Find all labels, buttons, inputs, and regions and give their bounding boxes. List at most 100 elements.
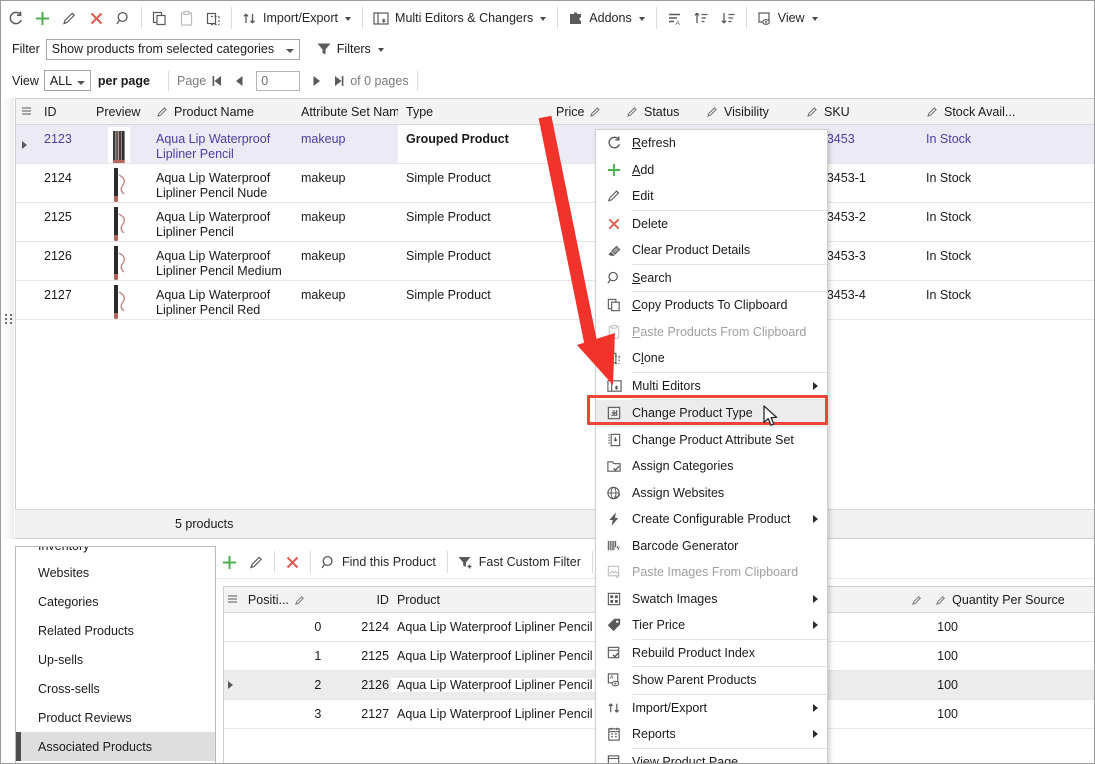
menu-item-import-export[interactable]: Import/Export	[596, 695, 827, 722]
sidebar-item-label: Associated Products	[38, 739, 152, 754]
find-this-product-button[interactable]: Find this Product	[315, 549, 443, 575]
menu-item-reports[interactable]: Reports	[596, 721, 827, 748]
sidebar-item-related-products[interactable]: Related Products	[16, 616, 215, 645]
row-expander[interactable]	[16, 203, 36, 241]
puzzle-icon	[567, 10, 584, 27]
row-expander[interactable]	[16, 281, 36, 319]
chevron-right-icon	[813, 703, 818, 712]
filters-button[interactable]: Filters	[312, 39, 388, 59]
change-attrset-icon	[596, 432, 632, 448]
associated-edit-button[interactable]	[243, 549, 270, 575]
menu-item-change-product-attribute-set[interactable]: Change Product Attribute Set	[596, 427, 827, 454]
globe-check-icon	[596, 485, 632, 501]
column-label: Stock Avail...	[944, 104, 1016, 119]
reports-icon	[596, 726, 632, 742]
folder-check-icon	[596, 458, 632, 474]
menu-item-view-product-page[interactable]: View Product Page	[596, 749, 827, 763]
chevron-down-icon	[811, 17, 818, 21]
cell-preview	[88, 125, 148, 163]
menu-item-edit[interactable]: Edit	[596, 183, 827, 210]
sort-ascending-button[interactable]	[688, 5, 715, 31]
menu-item-multi-editors[interactable]: Multi Editors	[596, 373, 827, 400]
copy-button[interactable]	[146, 5, 173, 31]
clone-button[interactable]	[200, 5, 227, 31]
last-page-button[interactable]	[328, 71, 350, 91]
menu-item-barcode-generator[interactable]: Barcode Generator	[596, 533, 827, 560]
funnel-plus-icon	[457, 554, 474, 571]
context-menu[interactable]: Refresh Add Edit Delete Clear Product Detail…	[595, 129, 828, 763]
grid-menu-icon[interactable]	[224, 595, 240, 604]
filter-select[interactable]: Show products from selected categories	[45, 38, 300, 60]
associated-add-button[interactable]	[216, 549, 243, 575]
row-expander[interactable]	[16, 242, 36, 280]
product-sections-list[interactable]: Inventory Websites Categories Related Prod…	[15, 546, 216, 763]
pencil-icon	[926, 105, 939, 118]
table-row[interactable]: 2123 Aqua Lip Waterproof Lipliner Pencil m…	[16, 125, 1094, 164]
menu-item-label: Create Configurable Product	[632, 512, 791, 527]
delete-button[interactable]	[83, 5, 110, 31]
sidebar-item-websites[interactable]: Websites	[16, 558, 215, 587]
menu-item-create-configurable-product[interactable]: Create Configurable Product	[596, 506, 827, 533]
menu-item-swatch-images[interactable]: Swatch Images	[596, 586, 827, 613]
table-row[interactable]: 2125 Aqua Lip Waterproof Lipliner Pencil …	[16, 203, 1094, 242]
table-row[interactable]: 2124 Aqua Lip Waterproof Lipliner Pencil …	[16, 164, 1094, 203]
chevron-right-icon	[813, 515, 818, 524]
view-button[interactable]: View	[751, 5, 825, 31]
sidebar-item-up-sells[interactable]: Up-sells	[16, 645, 215, 674]
chevron-down-icon	[638, 17, 645, 21]
per-page-select[interactable]: ALL	[43, 70, 91, 91]
sidebar-item-categories[interactable]: Categories	[16, 587, 215, 616]
menu-item-clear-product-details[interactable]: Clear Product Details	[596, 237, 827, 264]
column-label: SKU	[824, 104, 850, 119]
paste-button[interactable]	[173, 5, 200, 31]
menu-item-tier-price[interactable]: Tier Price	[596, 612, 827, 639]
column-label: Attribute Set Name	[301, 104, 398, 119]
first-page-button[interactable]	[206, 71, 228, 91]
grid-menu-icon[interactable]	[16, 99, 36, 124]
menu-item-change-product-type[interactable]: Change Product Type	[596, 400, 827, 427]
menu-item-copy-products-to-clipboard[interactable]: Copy Products To Clipboard	[596, 292, 827, 319]
menu-item-refresh[interactable]: Refresh	[596, 130, 827, 157]
addons-button[interactable]: Addons	[562, 5, 651, 31]
menu-item-add[interactable]: Add	[596, 157, 827, 184]
menu-item-assign-websites[interactable]: Assign Websites	[596, 480, 827, 507]
add-button[interactable]	[29, 5, 56, 31]
group-rows-button[interactable]: A	[661, 5, 688, 31]
filter-label: Filter	[12, 42, 40, 56]
multi-editors-button[interactable]: Multi Editors & Changers	[367, 5, 553, 31]
column-label: Quantity Per Source	[952, 592, 1065, 607]
import-export-button[interactable]: Import/Export	[236, 5, 358, 31]
grid-header: ID Preview Product Name Attribute Set Na…	[16, 99, 1094, 125]
vertical-splitter[interactable]	[2, 98, 14, 539]
fast-custom-filter-button[interactable]: Fast Custom Filter	[452, 549, 588, 575]
sort-ascending-icon	[693, 10, 710, 27]
refresh-button[interactable]	[2, 5, 29, 31]
table-row[interactable]: 2127 Aqua Lip Waterproof Lipliner Pencil …	[16, 281, 1094, 320]
products-grid[interactable]: ID Preview Product Name Attribute Set Na…	[15, 98, 1094, 539]
magnifier-icon	[320, 554, 337, 571]
page-number-input[interactable]: 0	[256, 70, 301, 91]
menu-item-clone[interactable]: Clone	[596, 345, 827, 372]
menu-item-show-parent-products[interactable]: A Show Parent Products	[596, 667, 827, 694]
row-expander[interactable]	[16, 125, 36, 163]
table-row[interactable]: 2126 Aqua Lip Waterproof Lipliner Pencil …	[16, 242, 1094, 281]
sidebar-item-product-reviews[interactable]: Product Reviews	[16, 703, 215, 732]
menu-item-label: Clone	[632, 351, 665, 366]
menu-item-delete[interactable]: Delete	[596, 211, 827, 238]
next-page-button[interactable]	[306, 71, 328, 91]
row-expander[interactable]	[224, 678, 240, 692]
menu-item-assign-categories[interactable]: Assign Categories	[596, 453, 827, 480]
previous-page-button[interactable]	[228, 71, 250, 91]
sidebar-item-cross-sells[interactable]: Cross-sells	[16, 674, 215, 703]
menu-item-rebuild-product-index[interactable]: Rebuild Product Index	[596, 640, 827, 667]
cell-quantity: 100	[937, 649, 959, 663]
search-button[interactable]	[110, 5, 137, 31]
cell-id: 2123	[44, 132, 72, 146]
edit-button[interactable]	[56, 5, 83, 31]
sidebar-item-associated-products[interactable]: Associated Products	[16, 732, 215, 761]
menu-item-search[interactable]: Search	[596, 265, 827, 292]
sort-descending-button[interactable]	[715, 5, 742, 31]
associated-delete-button[interactable]	[279, 549, 306, 575]
row-expander[interactable]	[16, 164, 36, 202]
toolbar-divider	[362, 7, 364, 29]
